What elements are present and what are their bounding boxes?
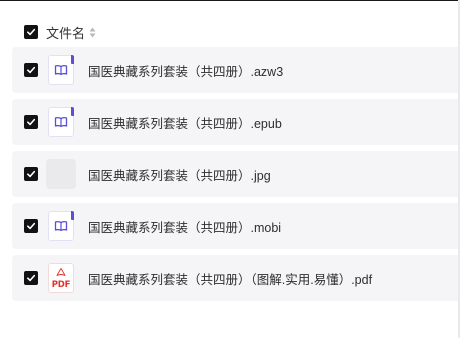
ebook-icon <box>48 211 74 241</box>
file-name: 国医典藏系列套装（共四册）.jpg <box>88 168 271 183</box>
file-list-header: 文件名 <box>24 22 96 42</box>
file-row[interactable]: 国医典藏系列套装（共四册）.epub <box>12 99 458 145</box>
column-header-filename[interactable]: 文件名 <box>46 23 85 42</box>
file-row[interactable]: 国医典藏系列套装（共四册）.mobi <box>12 203 458 249</box>
pdf-icon-label: PDF <box>51 279 71 290</box>
check-icon <box>27 28 36 36</box>
row-checkbox[interactable] <box>24 219 38 233</box>
file-name: 国医典藏系列套装（共四册）（图解.实用.易懂）.pdf <box>88 272 373 287</box>
row-checkbox[interactable] <box>24 63 38 77</box>
sort-icon[interactable] <box>89 27 96 38</box>
file-row[interactable]: 国医典藏系列套装（共四册）.azw3 <box>12 47 458 93</box>
top-border <box>0 0 460 1</box>
ebook-icon <box>48 55 74 85</box>
check-icon <box>27 118 36 126</box>
check-icon <box>27 170 36 178</box>
check-icon <box>27 66 36 74</box>
check-icon <box>27 274 36 282</box>
file-row[interactable]: 国医典藏系列套装（共四册）.jpg <box>12 151 458 197</box>
select-all-checkbox[interactable] <box>24 25 38 39</box>
file-name: 国医典藏系列套装（共四册）.azw3 <box>88 64 284 79</box>
file-row[interactable]: PDF 国医典藏系列套装（共四册）（图解.实用.易懂）.pdf <box>12 255 458 301</box>
file-name: 国医典藏系列套装（共四册）.mobi <box>88 220 282 235</box>
file-list: 国医典藏系列套装（共四册）.azw3 国医典藏系列套装（共四册）.epub 国医… <box>12 47 458 307</box>
image-thumbnail <box>46 159 76 189</box>
row-checkbox[interactable] <box>24 271 38 285</box>
file-name: 国医典藏系列套装（共四册）.epub <box>88 116 282 131</box>
row-checkbox[interactable] <box>24 167 38 181</box>
ebook-icon <box>48 107 74 137</box>
row-checkbox[interactable] <box>24 115 38 129</box>
pdf-icon: PDF <box>48 263 74 293</box>
check-icon <box>27 222 36 230</box>
